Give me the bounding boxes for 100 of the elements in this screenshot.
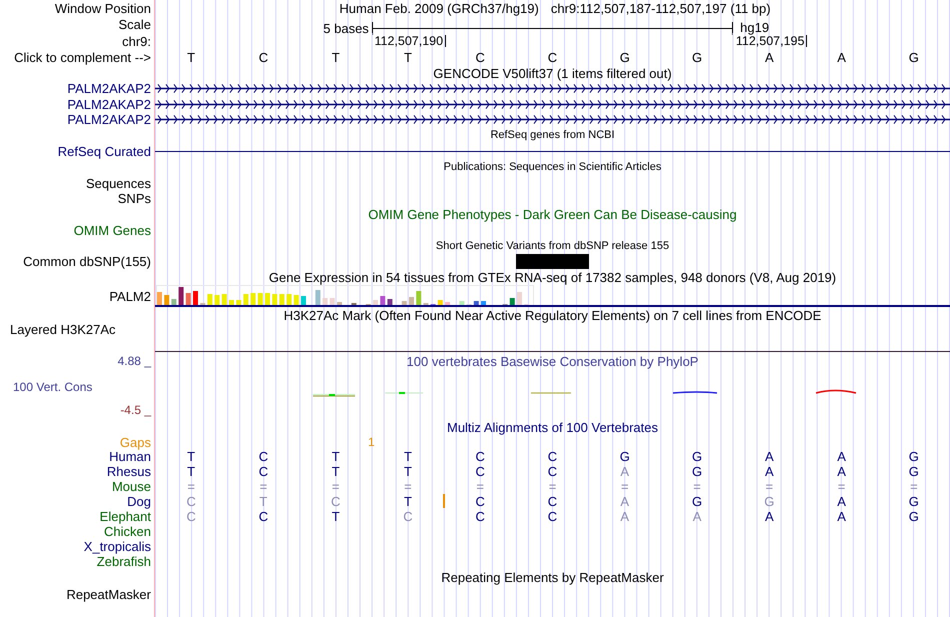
track-title: OMIM Gene Phenotypes - Dark Green Can Be Disease-causing bbox=[368, 208, 737, 221]
track-label[interactable]: X_tropicalis bbox=[84, 540, 151, 553]
track-label[interactable]: PALM2AKAP2 bbox=[67, 98, 151, 111]
track-label[interactable]: 100 Vert. Cons bbox=[0, 381, 151, 393]
base-letter: A bbox=[837, 495, 846, 508]
base-letter: = bbox=[548, 480, 556, 493]
base-letter: T bbox=[404, 465, 412, 478]
base-letter: = bbox=[620, 480, 629, 493]
base-letter: A bbox=[764, 510, 774, 523]
base-letter: C bbox=[403, 510, 413, 523]
track-label[interactable]: Mouse bbox=[112, 480, 151, 493]
row-label: chr9: bbox=[122, 34, 151, 48]
track-label[interactable]: Layered H3K27Ac bbox=[0, 323, 116, 336]
position-range: chr9:112,507,187-112,507,197 (11 bp) bbox=[550, 2, 771, 14]
variant-block[interactable] bbox=[516, 254, 589, 269]
base-letter: A bbox=[837, 50, 846, 64]
base-letter: = bbox=[260, 480, 268, 493]
base-letter: G bbox=[908, 495, 919, 508]
gap-count: 1 bbox=[368, 436, 375, 448]
base-letter: T bbox=[187, 50, 196, 64]
base-letter: T bbox=[187, 465, 196, 478]
base-letter: = bbox=[838, 480, 846, 493]
axis-min-label: -4.5 _ bbox=[119, 404, 151, 416]
base-letter: G bbox=[908, 465, 919, 478]
track-label[interactable]: RefSeq Curated bbox=[58, 145, 151, 158]
track-title: GENCODE V50lift37 (1 items filtered out) bbox=[433, 66, 672, 80]
complement-link[interactable]: Click to complement --> bbox=[14, 50, 151, 64]
base-letter: C bbox=[258, 510, 268, 523]
base-letter: C bbox=[548, 510, 558, 523]
base-letter: C bbox=[476, 465, 485, 478]
base-letter: A bbox=[764, 450, 774, 463]
track-label[interactable]: Chicken bbox=[104, 525, 151, 538]
base-letter: C bbox=[548, 495, 558, 508]
track-title: RefSeq genes from NCBI bbox=[490, 130, 615, 141]
base-letter: C bbox=[548, 465, 558, 478]
base-letter: G bbox=[764, 495, 774, 508]
base-letter: A bbox=[764, 50, 774, 64]
base-letter: A bbox=[764, 465, 774, 478]
base-letter: A bbox=[837, 510, 846, 523]
track-label[interactable]: Human bbox=[109, 450, 151, 463]
base-letter: C bbox=[476, 50, 485, 64]
track-label[interactable]: PALM2 bbox=[109, 290, 151, 303]
base-letter: C bbox=[258, 50, 268, 64]
track-title: Repeating Elements by RepeatMasker bbox=[441, 570, 664, 584]
base-letter: = bbox=[187, 480, 195, 493]
assembly-name: Human Feb. 2009 (GRCh37/hg19) bbox=[339, 2, 539, 14]
row-label: Window Position bbox=[54, 2, 151, 14]
base-letter: C bbox=[548, 450, 558, 463]
base-letter: T bbox=[332, 465, 340, 478]
base-letter: A bbox=[837, 465, 846, 478]
base-letter: G bbox=[620, 50, 630, 64]
track-label[interactable]: Sequences bbox=[86, 176, 151, 190]
track-title: H3K27Ac Mark (Often Found Near Active Regulatory Elements) on 7 cell lines from ENCODE bbox=[284, 308, 822, 322]
row-label: Scale bbox=[118, 18, 151, 31]
track-label[interactable]: Elephant bbox=[100, 510, 151, 523]
base-letter: T bbox=[404, 495, 412, 508]
base-letter: = bbox=[332, 480, 340, 493]
track-label[interactable]: Rhesus bbox=[106, 465, 151, 478]
base-letter: G bbox=[908, 450, 919, 463]
track-title: Gene Expression in 54 tissues from GTEx RNA-seq of 17382 samples, 948 donors (V8, Aug 2019) bbox=[268, 270, 836, 284]
base-letter: G bbox=[692, 495, 702, 508]
base-letter: G bbox=[908, 510, 919, 523]
base-letter: T bbox=[332, 50, 340, 64]
axis-max-label: 4.88 _ bbox=[116, 355, 151, 367]
track-label[interactable]: OMIM Genes bbox=[74, 224, 151, 237]
base-letter: C bbox=[186, 495, 196, 508]
base-letter: T bbox=[404, 450, 412, 463]
track-label[interactable]: Zebrafish bbox=[96, 555, 151, 568]
base-letter: = bbox=[910, 480, 918, 493]
base-letter: = bbox=[476, 480, 484, 493]
track-title: Multiz Alignments of 100 Vertebrates bbox=[446, 420, 658, 434]
track-title: Publications: Sequences in Scientific Articles bbox=[444, 162, 662, 173]
base-letter: T bbox=[332, 510, 340, 523]
track-label[interactable]: RepeatMasker bbox=[66, 588, 151, 601]
base-letter: T bbox=[404, 50, 412, 64]
base-letter: C bbox=[476, 495, 485, 508]
base-letter: C bbox=[476, 510, 485, 523]
track-label[interactable]: SNPs bbox=[118, 192, 151, 206]
base-letter: T bbox=[187, 450, 196, 463]
scale-span: 5 bases bbox=[323, 22, 369, 34]
base-letter: = bbox=[404, 480, 412, 493]
track-label[interactable]: PALM2AKAP2 bbox=[67, 82, 151, 96]
base-letter: C bbox=[258, 450, 268, 463]
track-label[interactable]: PALM2AKAP2 bbox=[67, 113, 151, 126]
base-letter: = bbox=[693, 480, 701, 493]
assembly-label: hg19 bbox=[740, 20, 770, 35]
track-label[interactable]: Dog bbox=[127, 495, 151, 508]
base-letter: C bbox=[186, 510, 196, 523]
base-letter: C bbox=[258, 465, 268, 478]
base-letter: G bbox=[908, 50, 919, 64]
track-title: Short Genetic Variants from dbSNP release 155 bbox=[436, 240, 670, 252]
base-letter: G bbox=[692, 465, 702, 478]
base-letter: A bbox=[837, 450, 846, 463]
base-letter: A bbox=[692, 510, 702, 523]
track-label[interactable]: Common dbSNP(155) bbox=[23, 255, 151, 268]
base-letter: A bbox=[620, 465, 630, 478]
base-letter: G bbox=[692, 450, 702, 463]
coordinate-tick: 112,507,195 bbox=[736, 34, 808, 48]
base-letter: G bbox=[620, 450, 630, 463]
base-letter: C bbox=[548, 50, 558, 64]
